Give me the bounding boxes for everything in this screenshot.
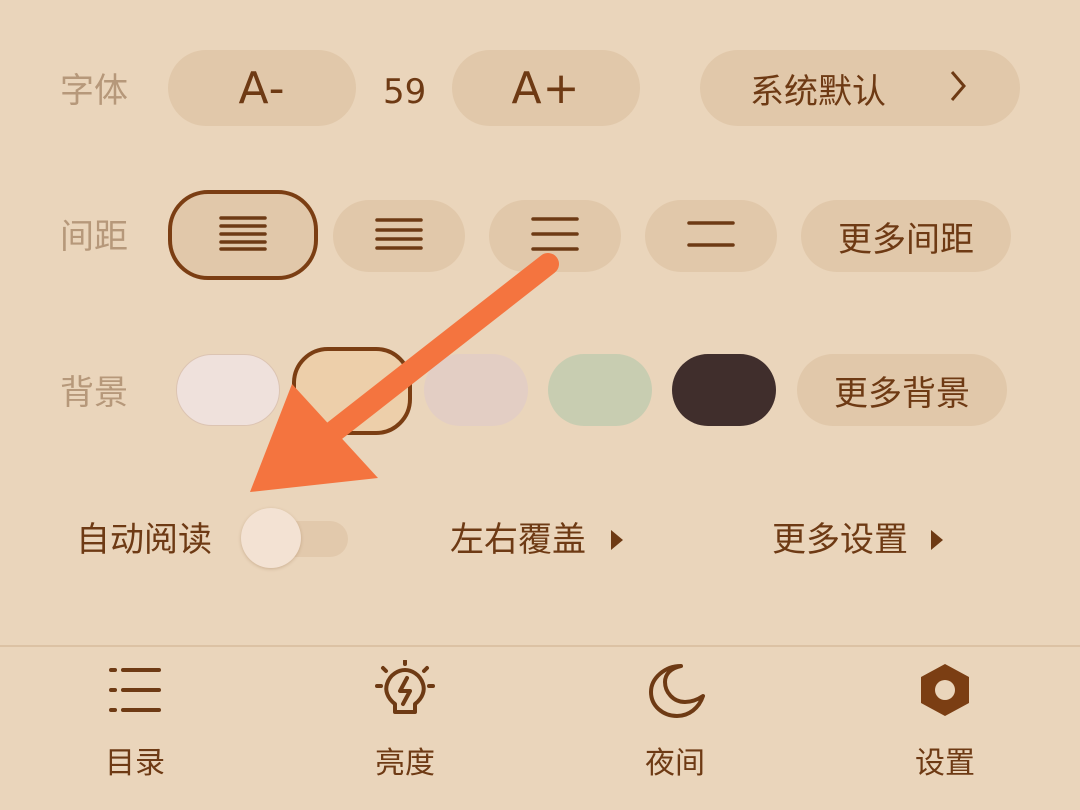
list-icon	[45, 660, 225, 724]
tab-brightness[interactable]: 亮度	[315, 659, 495, 782]
tab-contents[interactable]: 目录	[45, 660, 225, 782]
moon-icon	[585, 660, 765, 724]
tab-settings-label: 设置	[915, 746, 975, 781]
lightbulb-icon	[315, 659, 495, 724]
tab-night[interactable]: 夜间	[585, 660, 765, 782]
tab-contents-label: 目录	[105, 746, 165, 781]
gear-icon	[855, 660, 1035, 724]
tab-brightness-label: 亮度	[375, 746, 435, 781]
tab-night-label: 夜间	[645, 746, 705, 781]
bottom-divider	[0, 645, 1080, 647]
tab-settings[interactable]: 设置	[855, 660, 1035, 782]
